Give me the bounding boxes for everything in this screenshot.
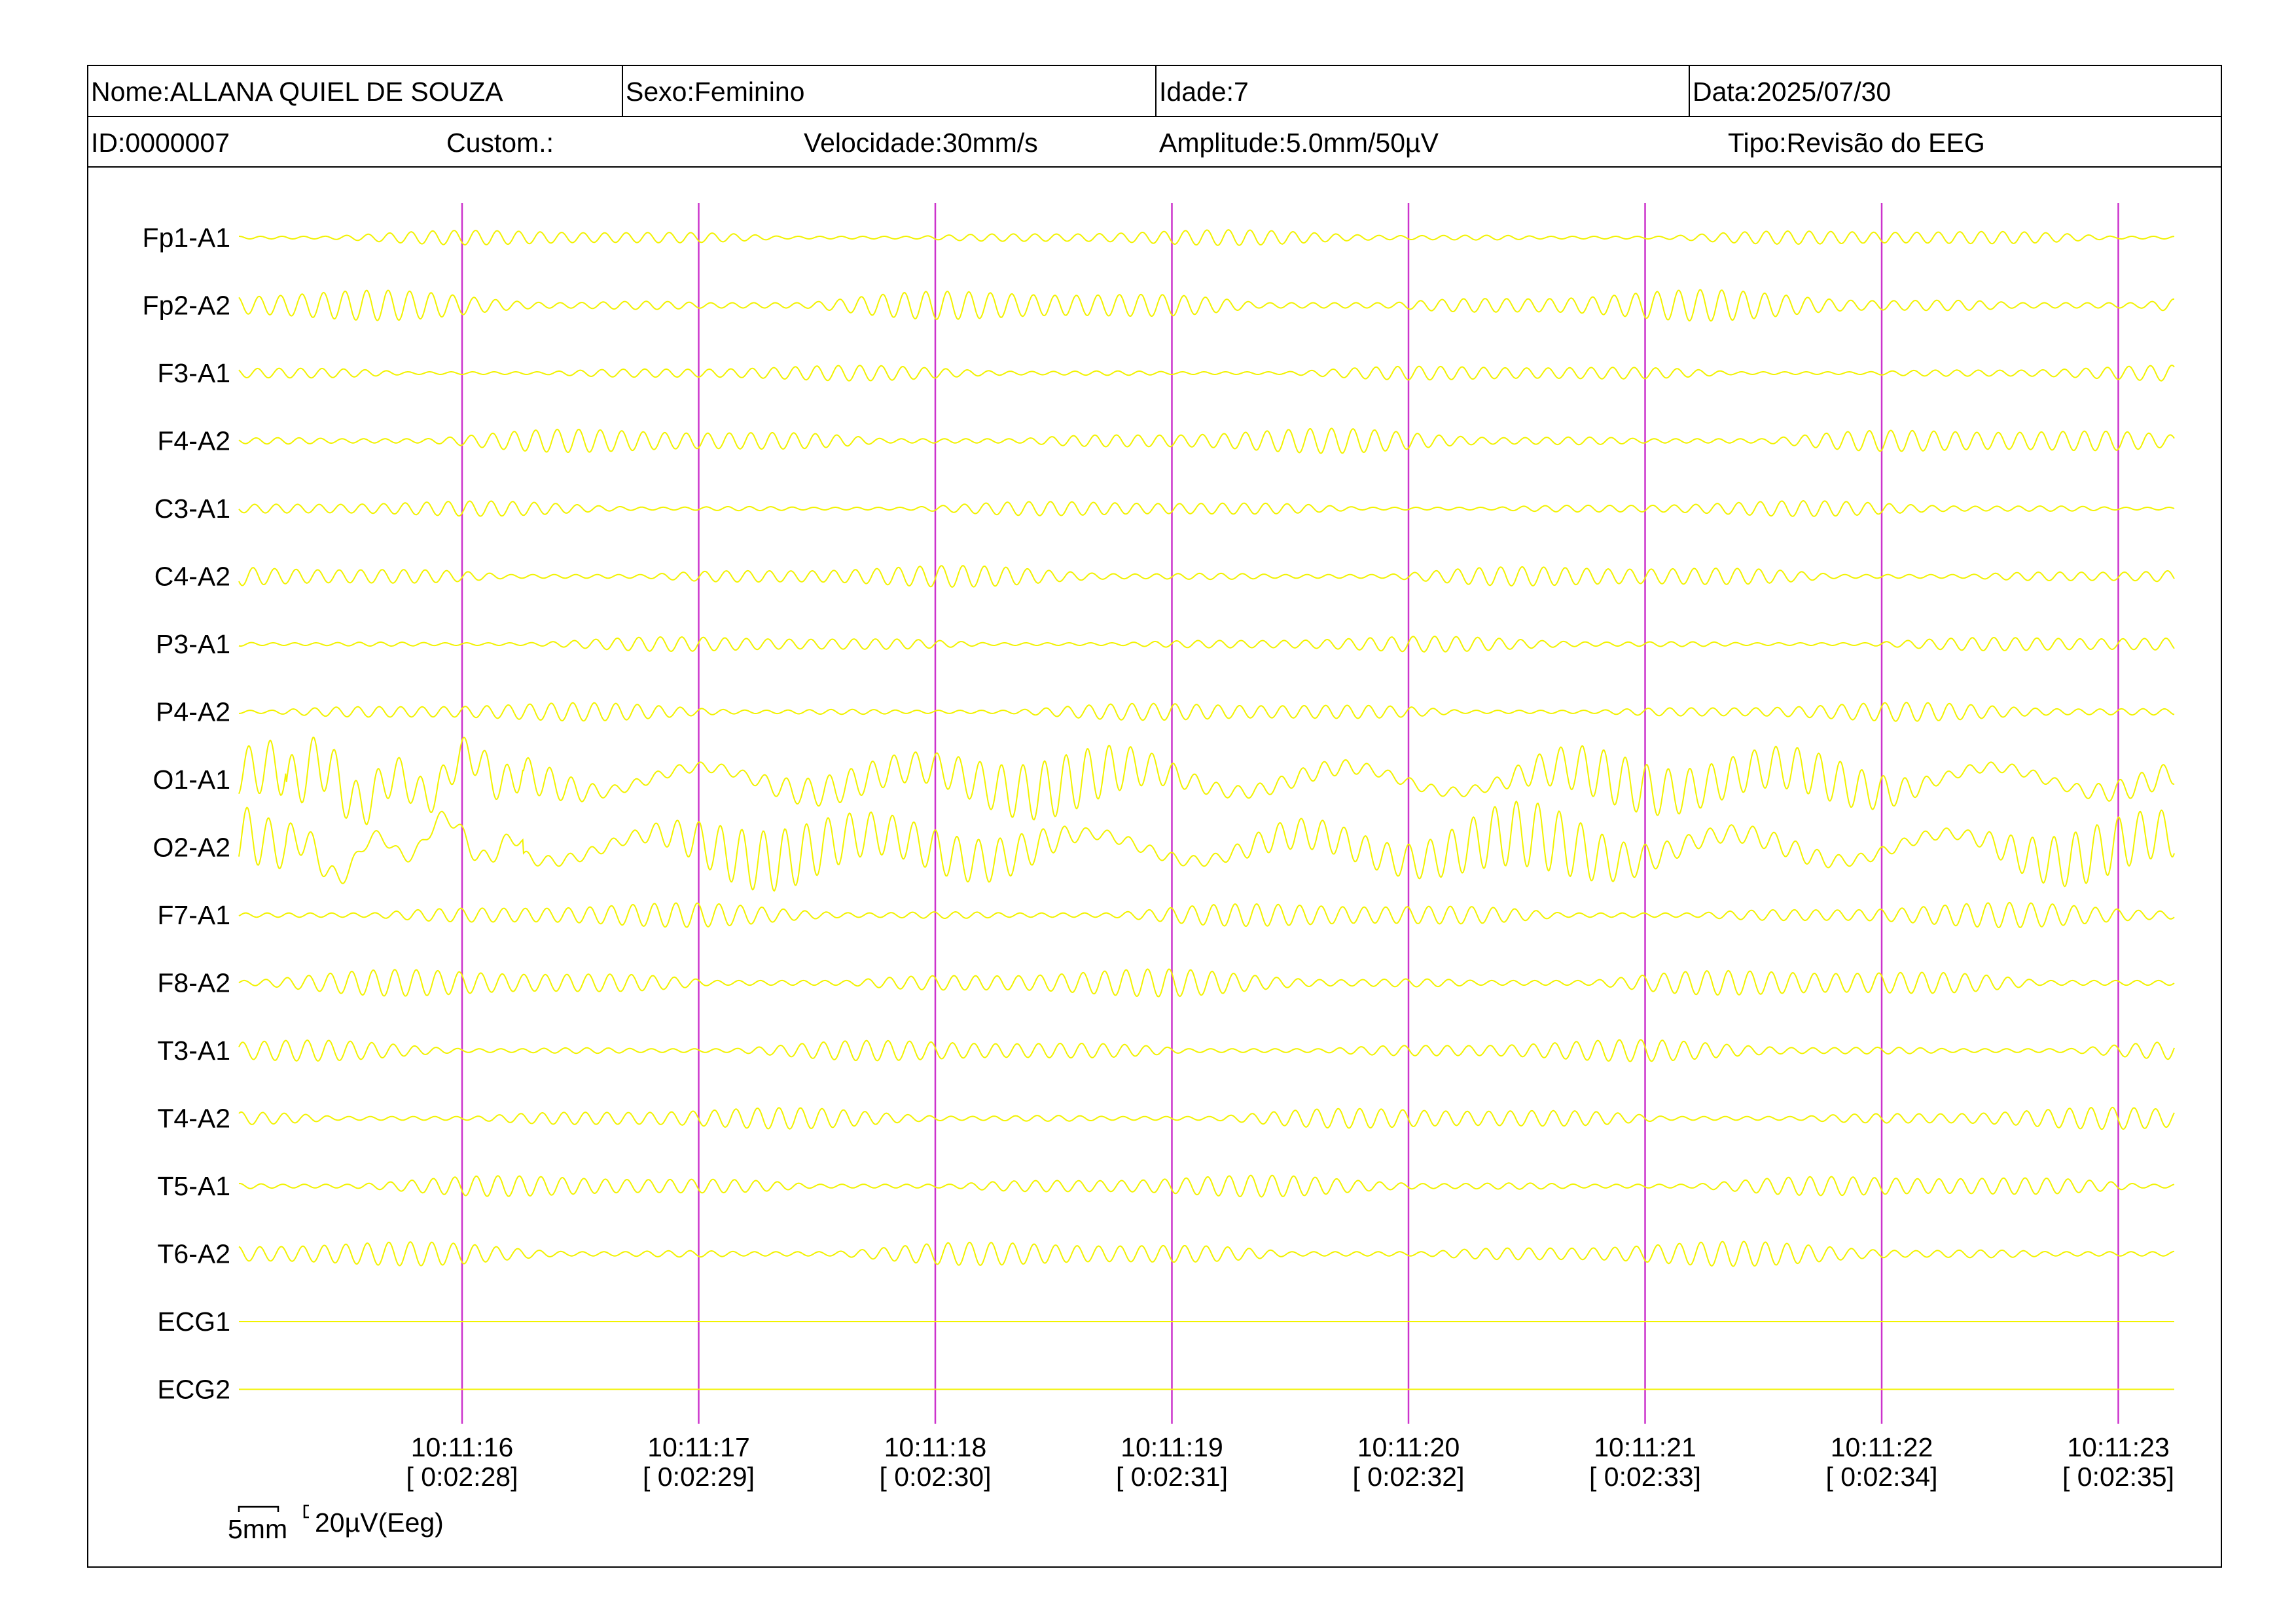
channel-label: ECG1 (157, 1307, 230, 1337)
channel-label: T4-A2 (157, 1104, 230, 1134)
eeg-trace (238, 901, 2175, 929)
eeg-trace (238, 1174, 2175, 1198)
channel-label: O1-A1 (153, 765, 231, 795)
eeg-trace (238, 565, 2175, 588)
channel-labels: Fp1-A1 Fp2-A2 F3-A1 F4-A2 C3-A1 C4-A2 P3-A1 P4-… (143, 223, 230, 1405)
eeg-trace (238, 364, 2175, 382)
time-elapsed-label: [ 0:02:29] (643, 1462, 755, 1492)
time-clock-label: 10:11:21 (1594, 1432, 1696, 1462)
eeg-trace (238, 636, 2175, 653)
eeg-trace (238, 289, 2175, 322)
eeg-trace (238, 1106, 2175, 1130)
eeg-trace (238, 1039, 2175, 1062)
time-clock-label: 10:11:19 (1121, 1432, 1223, 1462)
eeg-trace (239, 702, 2175, 722)
time-elapsed-label: [ 0:02:35] (2062, 1462, 2174, 1492)
time-clock-label: 10:11:17 (647, 1432, 750, 1462)
eeg-traces (238, 229, 2175, 1390)
channel-label: F7-A1 (157, 900, 230, 930)
time-scale-label: 5mm (228, 1514, 287, 1544)
amp-scale-bracket (303, 1504, 309, 1519)
time-clock-label: 10:11:18 (884, 1432, 987, 1462)
channel-label: C3-A1 (154, 494, 230, 524)
channel-label: P3-A1 (156, 629, 230, 659)
channel-label: P4-A2 (156, 697, 230, 727)
time-clock-label: 10:11:20 (1357, 1432, 1460, 1462)
eeg-trace (238, 1240, 2175, 1267)
time-scale-bracket (238, 1506, 279, 1512)
amp-scale-label: 20µV(Eeg) (315, 1507, 444, 1538)
eeg-trace (239, 229, 2175, 246)
time-elapsed-label: [ 0:02:33] (1589, 1462, 1701, 1492)
time-elapsed-label: [ 0:02:34] (1826, 1462, 1938, 1492)
channel-label: F4-A2 (157, 426, 230, 456)
channel-label: C4-A2 (154, 562, 230, 592)
channel-label: Fp1-A1 (143, 223, 230, 253)
channel-label: O2-A2 (153, 833, 231, 863)
time-marker-lines (461, 203, 2119, 1424)
channel-label: ECG2 (157, 1375, 230, 1405)
calibration-scale: 5mm 20µV(Eeg) (228, 1504, 444, 1544)
channel-label: T5-A1 (157, 1171, 230, 1201)
channel-label: F8-A2 (157, 968, 230, 998)
time-elapsed-label: [ 0:02:30] (880, 1462, 992, 1492)
channel-label: F3-A1 (157, 358, 230, 388)
channel-label: Fp2-A2 (143, 291, 230, 321)
time-clock-label: 10:11:22 (1831, 1432, 1933, 1462)
time-elapsed-label: [ 0:02:28] (406, 1462, 518, 1492)
eeg-trace (238, 736, 2175, 825)
eeg-trace-chart: Fp1-A1 Fp2-A2 F3-A1 F4-A2 C3-A1 C4-A2 P3-A1 P4-… (143, 203, 2175, 1544)
eeg-trace (238, 427, 2175, 454)
time-clock-label: 10:11:23 (2067, 1432, 2170, 1462)
time-axis-labels: 10:11:16[ 0:02:28] 10:11:17[ 0:02:29] 10:1… (406, 1432, 2174, 1492)
eeg-trace (238, 968, 2175, 998)
eeg-trace (238, 499, 2175, 517)
time-elapsed-label: [ 0:02:31] (1116, 1462, 1228, 1492)
channel-label: T6-A2 (157, 1239, 230, 1269)
time-elapsed-label: [ 0:02:32] (1353, 1462, 1465, 1492)
eeg-trace (238, 800, 2175, 892)
time-clock-label: 10:11:16 (411, 1432, 514, 1462)
channel-label: T3-A1 (157, 1036, 230, 1066)
